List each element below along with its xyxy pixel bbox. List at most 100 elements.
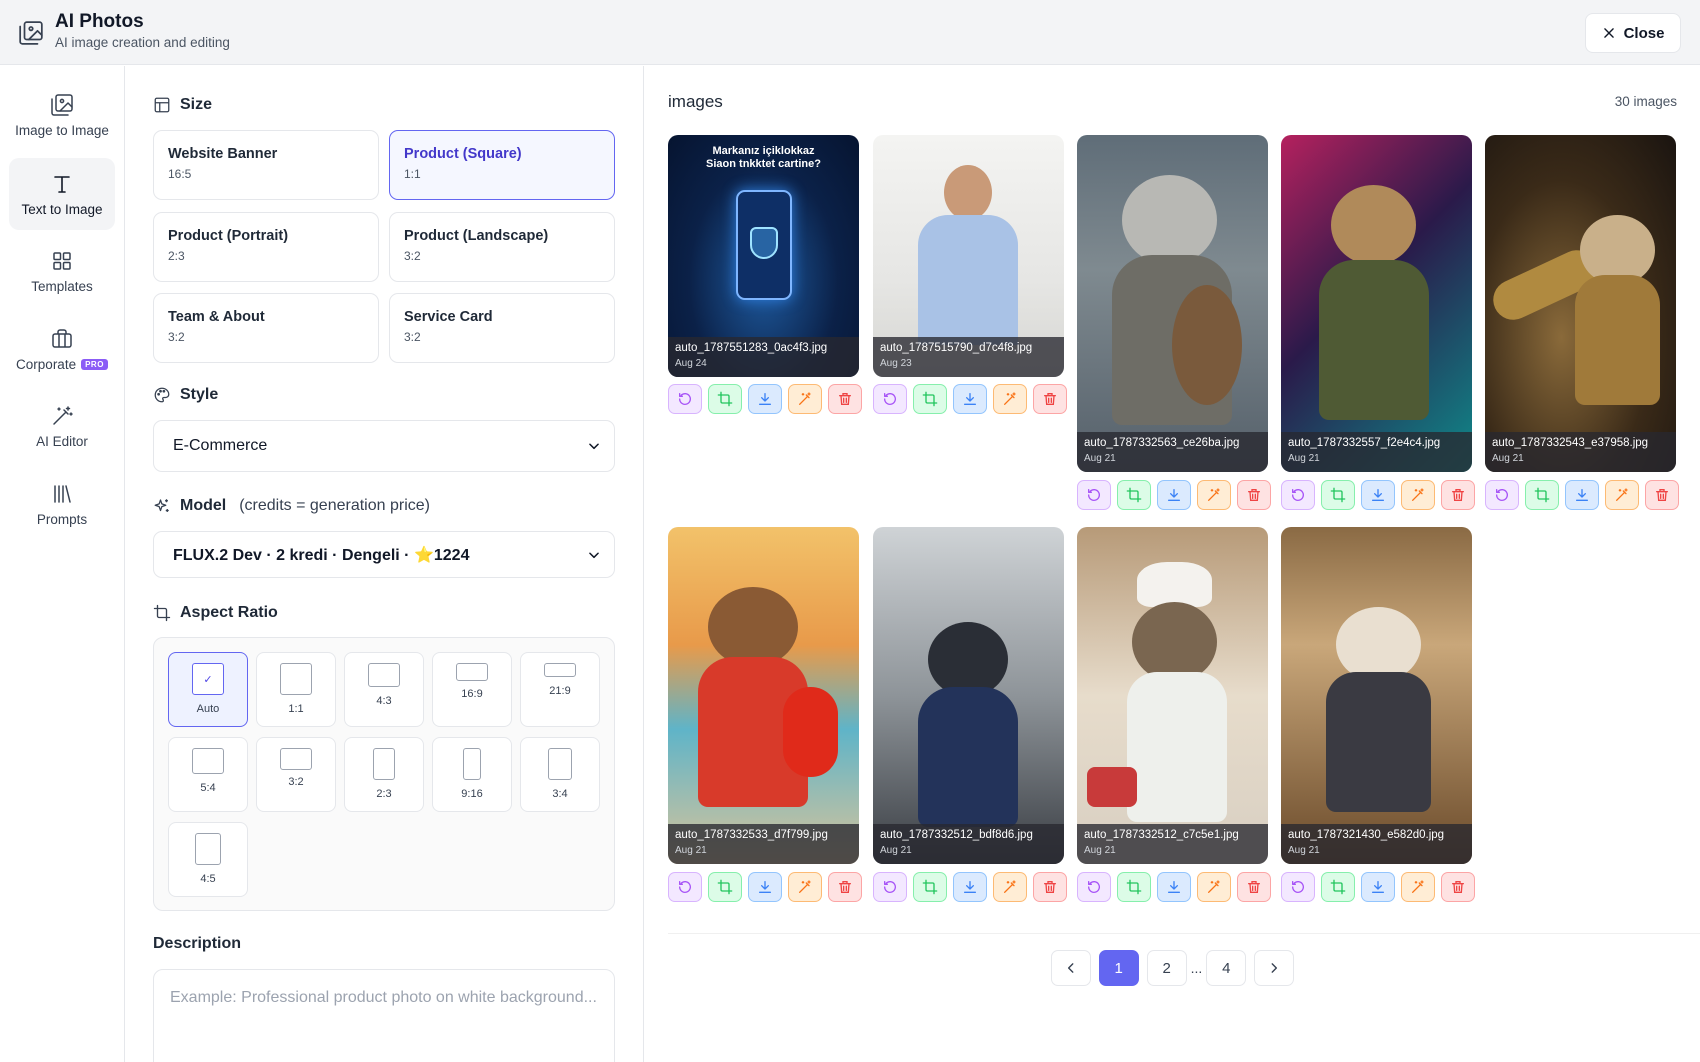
page-button-2[interactable]: 2 <box>1146 950 1187 986</box>
download-button[interactable] <box>748 384 782 414</box>
download-button[interactable] <box>1157 480 1191 510</box>
aspect-option-5-4[interactable]: 5:4 <box>168 737 248 812</box>
aspect-ratio-grid: ✓ Auto 1:1 4:3 16:9 21:9 5:4 3:2 2:3 9:1… <box>153 637 615 911</box>
delete-button[interactable] <box>1441 480 1475 510</box>
image-card[interactable]: auto_1787332512_c7c5e1.jpg Aug 21 <box>1077 527 1268 864</box>
crop-icon <box>717 879 733 895</box>
edit-button[interactable] <box>993 872 1027 902</box>
crop-button[interactable] <box>913 872 947 902</box>
size-option-service-card[interactable]: Service Card 3:2 <box>389 293 615 363</box>
nav-item-ai-editor[interactable]: AI Editor <box>9 390 115 462</box>
aspect-option-4-5[interactable]: 4:5 <box>168 822 248 897</box>
delete-button[interactable] <box>1033 872 1067 902</box>
aspect-option-1-1[interactable]: 1:1 <box>256 652 336 727</box>
edit-button[interactable] <box>1401 480 1435 510</box>
regenerate-button[interactable] <box>1281 872 1315 902</box>
edit-button[interactable] <box>1197 480 1231 510</box>
aspect-option-3-2[interactable]: 3:2 <box>256 737 336 812</box>
app-subtitle: AI image creation and editing <box>55 35 230 50</box>
crop-button[interactable] <box>1117 872 1151 902</box>
image-actions <box>668 872 862 902</box>
size-option-product-portrait[interactable]: Product (Portrait) 2:3 <box>153 212 379 282</box>
download-button[interactable] <box>1361 480 1395 510</box>
aspect-option-16-9[interactable]: 16:9 <box>432 652 512 727</box>
regenerate-button[interactable] <box>873 384 907 414</box>
aspect-option-3-4[interactable]: 3:4 <box>520 737 600 812</box>
model-select[interactable]: FLUX.2 Dev · 2 kredi · Dengeli · ⭐1224 <box>153 531 615 578</box>
nav-item-text-to-image[interactable]: Text to Image <box>9 158 115 230</box>
regenerate-button[interactable] <box>668 384 702 414</box>
image-card[interactable]: auto_1787332557_f2e4c4.jpg Aug 21 <box>1281 135 1472 472</box>
regenerate-button[interactable] <box>1485 480 1519 510</box>
crop-button[interactable] <box>708 872 742 902</box>
image-filename: auto_1787332563_ce26ba.jpg <box>1084 437 1240 449</box>
delete-button[interactable] <box>1237 872 1271 902</box>
edit-button[interactable] <box>788 872 822 902</box>
aspect-option-21-9[interactable]: 21:9 <box>520 652 600 727</box>
size-option-product-square[interactable]: Product (Square) 1:1 <box>389 130 615 200</box>
image-thumbnail <box>1485 135 1676 472</box>
app-title: AI Photos <box>55 11 144 32</box>
delete-button[interactable] <box>1441 872 1475 902</box>
image-card[interactable]: auto_1787321430_e582d0.jpg Aug 21 <box>1281 527 1472 864</box>
trash-icon <box>839 393 851 405</box>
edit-button[interactable] <box>1605 480 1639 510</box>
edit-button[interactable] <box>993 384 1027 414</box>
image-card[interactable]: auto_1787332543_e37958.jpg Aug 21 <box>1485 135 1676 472</box>
nav-item-prompts[interactable]: Prompts <box>9 468 115 540</box>
aspect-option-9-16[interactable]: 9:16 <box>432 737 512 812</box>
download-icon <box>1576 489 1588 501</box>
image-card[interactable]: auto_1787515790_d7c4f8.jpg Aug 23 <box>873 135 1064 377</box>
style-select[interactable]: E-Commerce <box>153 420 615 472</box>
crop-button[interactable] <box>913 384 947 414</box>
prev-page-button[interactable] <box>1050 950 1091 986</box>
aspect-option-4-3[interactable]: 4:3 <box>344 652 424 727</box>
delete-button[interactable] <box>1645 480 1679 510</box>
page-button-1[interactable]: 1 <box>1098 950 1139 986</box>
delete-button[interactable] <box>1237 480 1271 510</box>
nav-item-image-to-image[interactable]: Image to Image <box>9 79 115 151</box>
download-button[interactable] <box>953 872 987 902</box>
crop-icon <box>1330 879 1346 895</box>
edit-button[interactable] <box>788 384 822 414</box>
download-button[interactable] <box>748 872 782 902</box>
description-textarea[interactable]: Example: Professional product photo on w… <box>153 969 615 1062</box>
crop-button[interactable] <box>708 384 742 414</box>
delete-button[interactable] <box>828 384 862 414</box>
download-button[interactable] <box>1361 872 1395 902</box>
nav-item-templates[interactable]: Templates <box>9 235 115 307</box>
close-button[interactable]: Close <box>1585 13 1681 53</box>
crop-button[interactable] <box>1525 480 1559 510</box>
crop-button[interactable] <box>1321 872 1355 902</box>
regenerate-button[interactable] <box>1077 872 1111 902</box>
crop-button[interactable] <box>1117 480 1151 510</box>
download-button[interactable] <box>1565 480 1599 510</box>
regenerate-button[interactable] <box>1281 480 1315 510</box>
delete-button[interactable] <box>1033 384 1067 414</box>
size-option-website-banner[interactable]: Website Banner 16:5 <box>153 130 379 200</box>
page-button-4[interactable]: 4 <box>1206 950 1247 986</box>
download-button[interactable] <box>1157 872 1191 902</box>
aspect-option-2-3[interactable]: 2:3 <box>344 737 424 812</box>
regenerate-button[interactable] <box>1077 480 1111 510</box>
size-option-product-landscape[interactable]: Product (Landscape) 3:2 <box>389 212 615 282</box>
crop-button[interactable] <box>1321 480 1355 510</box>
ratio-shape <box>195 833 221 865</box>
edit-button[interactable] <box>1197 872 1231 902</box>
image-card[interactable]: Markanız içiklokkaz Siaon tnkktet cartin… <box>668 135 859 377</box>
nav-item-corporate[interactable]: Corporate PRO <box>9 313 115 385</box>
aspect-option-auto[interactable]: ✓ Auto <box>168 652 248 727</box>
edit-button[interactable] <box>1401 872 1435 902</box>
download-button[interactable] <box>953 384 987 414</box>
cat-head <box>1331 185 1416 265</box>
next-page-button[interactable] <box>1254 950 1295 986</box>
regenerate-button[interactable] <box>668 872 702 902</box>
delete-button[interactable] <box>828 872 862 902</box>
image-card[interactable]: auto_1787332512_bdf8d6.jpg Aug 21 <box>873 527 1064 864</box>
image-card[interactable]: auto_1787332563_ce26ba.jpg Aug 21 <box>1077 135 1268 472</box>
regenerate-button[interactable] <box>873 872 907 902</box>
size-option-team-about[interactable]: Team & About 3:2 <box>153 293 379 363</box>
image-date: Aug 24 <box>675 358 707 369</box>
image-card[interactable]: auto_1787332533_d7f799.jpg Aug 21 <box>668 527 859 864</box>
ratio-shape <box>280 748 312 770</box>
